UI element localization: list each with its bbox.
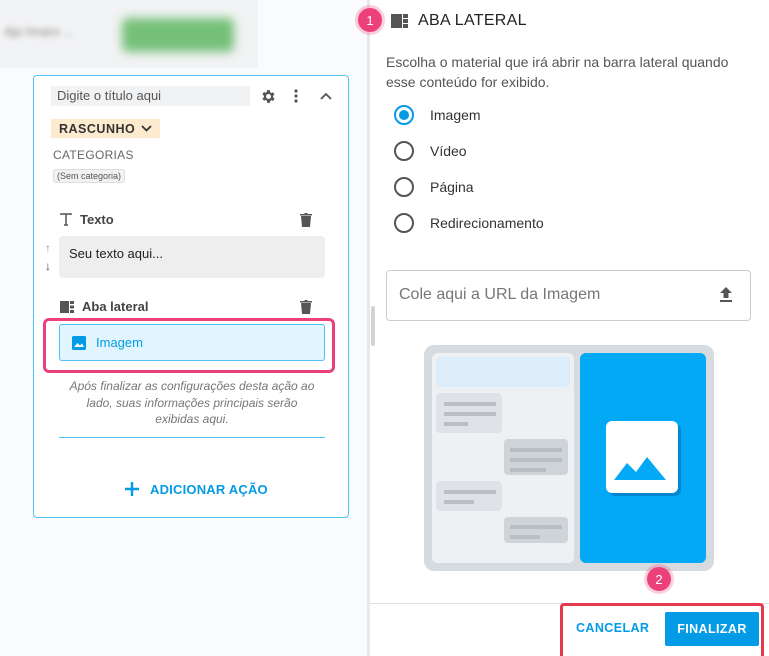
panel-title: ABA LATERAL xyxy=(418,12,527,29)
sidebar-icon xyxy=(60,300,74,313)
sidebar-illustration xyxy=(424,345,714,571)
chevron-up-icon[interactable] xyxy=(316,86,336,106)
blurred-button xyxy=(122,18,234,52)
radio-option-image[interactable]: Imagem xyxy=(394,105,481,125)
more-vert-icon[interactable] xyxy=(286,86,306,106)
panel-header: ABA LATERAL xyxy=(391,12,527,30)
delete-sidebar-icon[interactable] xyxy=(299,299,313,315)
settings-panel: 1 ABA LATERAL Escolha o material que irá… xyxy=(358,0,769,656)
step-badge-1: 1 xyxy=(358,8,382,32)
editor-panel: Ajo hnaro ... Digite o título aqui RASCU… xyxy=(0,0,368,656)
radio-option-redirect[interactable]: Redirecionamento xyxy=(394,213,544,233)
panel-description: Escolha o material que irá abrir na barr… xyxy=(386,54,729,90)
highlight-annotation xyxy=(43,318,335,373)
arrow-down-icon[interactable]: ↓ xyxy=(41,257,55,275)
title-input[interactable]: Digite o título aqui xyxy=(51,86,250,106)
content-card: Digite o título aqui RASCUNHO CATEGORIAS… xyxy=(33,75,349,518)
chevron-down-icon xyxy=(141,125,152,132)
radio-label: Página xyxy=(430,179,474,195)
text-section-label: Texto xyxy=(80,212,114,227)
upload-icon[interactable] xyxy=(718,286,734,304)
add-action-button[interactable]: ADICIONAR AÇÃO xyxy=(124,481,268,497)
url-input[interactable]: Cole aqui a URL da Imagem xyxy=(386,270,751,321)
radio-label: Imagem xyxy=(430,107,481,123)
radio-option-page[interactable]: Página xyxy=(394,177,474,197)
sidebar-section-header: Aba lateral xyxy=(60,299,148,314)
radio-label: Redirecionamento xyxy=(430,215,544,231)
status-dropdown[interactable]: RASCUNHO xyxy=(51,119,161,138)
status-label: RASCUNHO xyxy=(59,121,136,136)
add-action-label: ADICIONAR AÇÃO xyxy=(150,481,268,497)
blurred-header: Ajo hnaro ... xyxy=(0,0,258,68)
hint-text: Após finalizar as configurações desta aç… xyxy=(69,379,315,426)
text-section-header: Texto xyxy=(60,212,114,227)
radio-label: Vídeo xyxy=(430,143,467,159)
blurred-text: Ajo hnaro ... xyxy=(4,24,75,39)
reorder-arrows[interactable]: ↑ ↓ xyxy=(41,239,55,275)
plus-icon xyxy=(125,482,139,496)
radio-option-video[interactable]: Vídeo xyxy=(394,141,467,161)
arrow-up-icon[interactable]: ↑ xyxy=(41,239,55,257)
finalize-button[interactable]: FINALIZAR xyxy=(665,612,759,646)
categories-label: CATEGORIAS xyxy=(53,148,134,162)
radio-button[interactable] xyxy=(394,213,414,233)
text-format-icon xyxy=(60,213,72,226)
radio-button[interactable] xyxy=(394,141,414,161)
text-content-field[interactable]: Seu texto aqui... xyxy=(59,236,325,278)
radio-button[interactable] xyxy=(394,177,414,197)
sidebar-section-label: Aba lateral xyxy=(82,299,149,314)
step-badge-2: 2 xyxy=(647,567,671,591)
delete-text-icon[interactable] xyxy=(299,212,313,228)
cancel-button[interactable]: CANCELAR xyxy=(576,621,649,635)
divider xyxy=(59,437,325,438)
category-chip[interactable]: (Sem categoria) xyxy=(53,169,126,183)
gear-icon[interactable] xyxy=(258,86,278,106)
sidebar-icon xyxy=(391,14,408,28)
radio-button[interactable] xyxy=(394,105,414,125)
